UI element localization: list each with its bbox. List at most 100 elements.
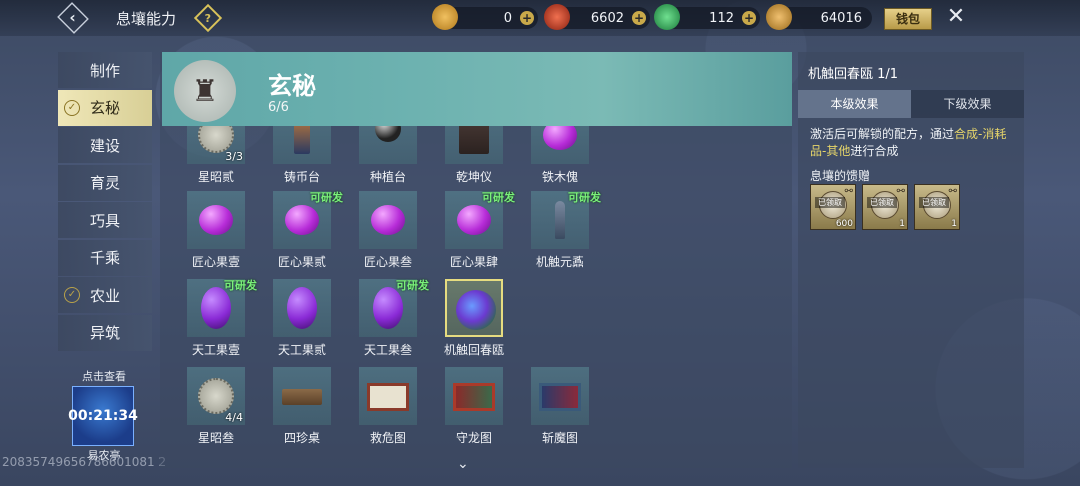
research-badge: 可研发 (396, 279, 429, 292)
page-title: 息壤能力 (116, 10, 177, 28)
grid-item[interactable]: 铸币台 (259, 126, 345, 185)
item-label: 救危图 (369, 431, 406, 445)
claimed-stamp: 已领取 (815, 197, 845, 208)
nav-label: 制作 (89, 61, 120, 80)
painting-icon (367, 383, 409, 411)
help-icon[interactable]: ? (193, 3, 223, 33)
nav-item-craft[interactable]: 制作 (58, 52, 152, 88)
grid-item[interactable]: 种植台 (345, 126, 431, 185)
item-label: 匠心果壹 (191, 255, 240, 269)
item-label: 乾坤仪 (455, 170, 492, 184)
timer-countdown: 00:21:34 (68, 408, 138, 424)
wallet-button[interactable]: 钱包 (884, 8, 932, 30)
claimed-stamp: 已领取 (919, 197, 949, 208)
item-label: 铸币台 (283, 170, 320, 184)
grid-item[interactable]: 可研发 天工果叁 (345, 279, 431, 358)
chevron-down-icon[interactable]: ⌄ (457, 456, 469, 472)
planter-icon (375, 126, 401, 142)
currency-red: 6602 + (544, 4, 650, 30)
desc-text: 激活后可解锁的配方，通过 (810, 127, 955, 141)
grid-item[interactable]: 可研发 机触元鼒 (517, 191, 603, 270)
grid-item[interactable]: 可研发 匠心果肆 (431, 191, 517, 270)
grid-item[interactable]: 斩魔图 (517, 367, 603, 446)
farm-timer[interactable]: 点击查看 00:21:34 易农亭 (68, 368, 138, 462)
grid-item[interactable]: 可研发 匠心果贰 (259, 191, 345, 270)
grid-item[interactable]: 3/3 星昭贰 (173, 126, 259, 185)
item-label: 天工果壹 (191, 343, 240, 357)
research-badge: 可研发 (224, 279, 257, 292)
add-currency-button[interactable]: + (632, 11, 646, 25)
back-chevron-icon[interactable]: ‹ (57, 2, 89, 34)
category-banner: ♜ 玄秘 6/6 (162, 52, 792, 126)
research-badge: 可研发 (568, 191, 601, 204)
purple-gem-icon (285, 205, 319, 235)
grid-item[interactable]: 可研发 天工果壹 (173, 279, 259, 358)
tab-next-effect[interactable]: 下级效果 (911, 90, 1024, 118)
nav-item-mystic[interactable]: ✓ 玄秘 (58, 89, 152, 126)
nav-label: 巧具 (89, 211, 120, 230)
purple-gem-icon (543, 126, 577, 150)
star-disc-icon (198, 378, 234, 414)
opal-vessel-icon (456, 290, 496, 330)
currency-feather: 64016 (766, 4, 872, 30)
grid-item[interactable]: 铁木傀 (517, 126, 603, 185)
item-label: 斩魔图 (541, 431, 578, 445)
purple-gem-icon (371, 205, 405, 235)
add-currency-button[interactable]: + (520, 11, 534, 25)
nav-item-agriculture[interactable]: ✓ 农业 (58, 277, 152, 313)
grid-item[interactable]: 救危图 (345, 367, 431, 446)
gift-list: ⚯ 已领取 600 ⚯ 已领取 1 ⚯ 已领取 1 (810, 184, 960, 230)
detail-panel: 机触回春瓯 1/1 本级效果 下级效果 激活后可解锁的配方，通过合成-消耗品-其… (798, 52, 1024, 468)
nav-item-exotic[interactable]: 异筑 (58, 314, 152, 351)
red-orb-icon (544, 4, 570, 30)
research-badge: 可研发 (482, 191, 515, 204)
main-panel: ♜ 玄秘 6/6 3/3 星昭贰 铸币台 种植台 乾坤仪 铁木傀 匠心果壹 可研… (160, 52, 792, 468)
link-icon: ⚯ (948, 186, 957, 197)
gold-coin-icon (432, 4, 458, 30)
gift-quantity: 1 (951, 219, 957, 229)
gift-item[interactable]: ⚯ 已领取 1 (862, 184, 908, 230)
grid-item[interactable]: 守龙图 (431, 367, 517, 446)
nav-item-vehicles[interactable]: 千乘 (58, 239, 152, 276)
grid-item[interactable]: 匠心果壹 (173, 191, 259, 270)
purple-gem-icon (457, 205, 491, 235)
nav-item-build[interactable]: 建设 (58, 127, 152, 163)
grid-item-selected[interactable]: 机触回春瓯 (431, 279, 517, 358)
grid-item[interactable]: 匠心果叁 (345, 191, 431, 270)
check-icon: ✓ (64, 287, 80, 303)
currency-value: 0 (503, 10, 512, 26)
detail-tabs: 本级效果 下级效果 (798, 90, 1024, 118)
nav-item-tools[interactable]: 巧具 (58, 202, 152, 238)
item-label: 守龙图 (455, 431, 492, 445)
mystic-emblem-icon: ♜ (174, 60, 236, 122)
item-quantity: 3/3 (225, 150, 243, 163)
close-icon[interactable]: ✕ (942, 3, 970, 31)
grid-item[interactable]: 乾坤仪 (431, 126, 517, 185)
link-icon: ⚯ (896, 186, 905, 197)
item-label: 星昭贰 (197, 170, 234, 184)
item-label: 种植台 (369, 170, 406, 184)
grid-item[interactable]: 4/4 星昭叁 (173, 367, 259, 446)
purple-gem-icon (199, 205, 233, 235)
purple-fruit-icon (287, 287, 317, 329)
item-quantity: 4/4 (225, 411, 243, 424)
gift-quantity: 1 (899, 219, 905, 229)
gift-item[interactable]: ⚯ 已领取 600 (810, 184, 856, 230)
armillary-icon (459, 126, 489, 154)
effect-description: 激活后可解锁的配方，通过合成-消耗品-其他进行合成 (810, 126, 1016, 160)
grid-item[interactable]: 四珍桌 (259, 367, 345, 446)
nav-item-nurture[interactable]: 育灵 (58, 164, 152, 201)
top-bar: ‹ 息壤能力 ? 0 + 6602 + 112 + 64016 钱包 ✕ (0, 0, 1080, 36)
currency-gold: 0 + (432, 4, 538, 30)
item-label: 天工果叁 (363, 343, 412, 357)
jade-icon (654, 4, 680, 30)
gift-item[interactable]: ⚯ 已领取 1 (914, 184, 960, 230)
add-currency-button[interactable]: + (742, 11, 756, 25)
painting-icon (539, 383, 581, 411)
currency-value: 6602 (590, 10, 624, 26)
tab-current-effect[interactable]: 本级效果 (798, 90, 911, 118)
grid-item[interactable]: 天工果贰 (259, 279, 345, 358)
category-nav: 制作 ✓ 玄秘 建设 育灵 巧具 千乘 ✓ 农业 异筑 (58, 52, 152, 352)
nav-label: 千乘 (89, 249, 120, 267)
nav-label: 玄秘 (89, 99, 120, 117)
